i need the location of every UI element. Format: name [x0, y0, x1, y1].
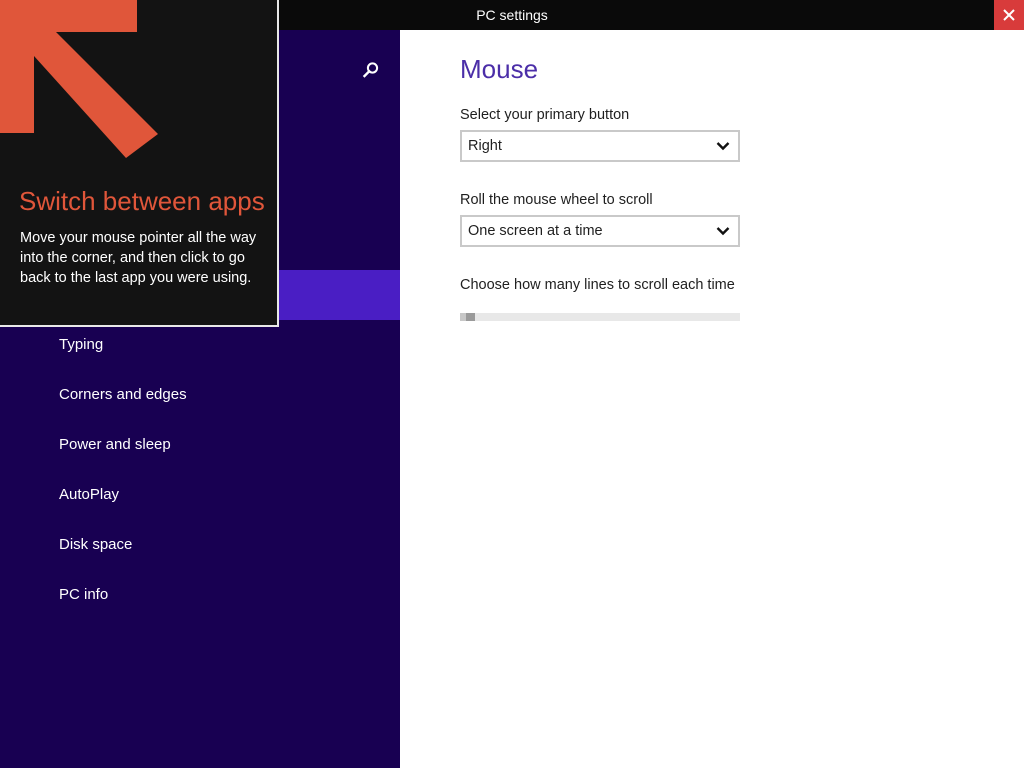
primary-button-label: Select your primary button — [460, 107, 630, 123]
main-content: Mouse Select your primary button Right R… — [400, 30, 1024, 768]
sidebar-item-corners-and-edges[interactable]: Corners and edges — [59, 380, 187, 430]
sidebar-item-power-and-sleep[interactable]: Power and sleep — [59, 430, 187, 480]
wheel-scroll-value: One screen at a time — [468, 223, 603, 239]
lines-to-scroll-slider[interactable] — [460, 313, 740, 321]
sidebar-nav: Typing Corners and edges Power and sleep… — [59, 330, 187, 630]
slider-thumb[interactable] — [466, 313, 475, 321]
search-icon[interactable] — [362, 61, 380, 79]
sidebar-item-disk-space[interactable]: Disk space — [59, 530, 187, 580]
page-title: Mouse — [460, 54, 539, 84]
sidebar-item-typing[interactable]: Typing — [59, 330, 187, 380]
primary-button-value: Right — [468, 138, 502, 154]
wheel-scroll-select[interactable]: One screen at a time — [460, 215, 740, 247]
lines-to-scroll-label: Choose how many lines to scroll each tim… — [460, 277, 735, 293]
pc-settings-window: PC settings Typing Corners and edges Pow… — [0, 0, 1024, 768]
close-button[interactable] — [994, 0, 1024, 30]
close-icon — [1003, 9, 1015, 21]
chevron-down-icon — [716, 227, 730, 236]
tip-body: Move your mouse pointer all the way into… — [20, 230, 257, 286]
chevron-down-icon — [716, 142, 730, 151]
arrow-up-left-icon — [0, 0, 158, 158]
wheel-scroll-label: Roll the mouse wheel to scroll — [460, 192, 653, 208]
primary-button-select[interactable]: Right — [460, 130, 740, 162]
sidebar-item-autoplay[interactable]: AutoPlay — [59, 480, 187, 530]
tip-title: Switch between apps — [19, 186, 265, 216]
switch-apps-tip: Switch between apps Move your mouse poin… — [0, 0, 279, 327]
sidebar-item-pc-info[interactable]: PC info — [59, 580, 187, 630]
